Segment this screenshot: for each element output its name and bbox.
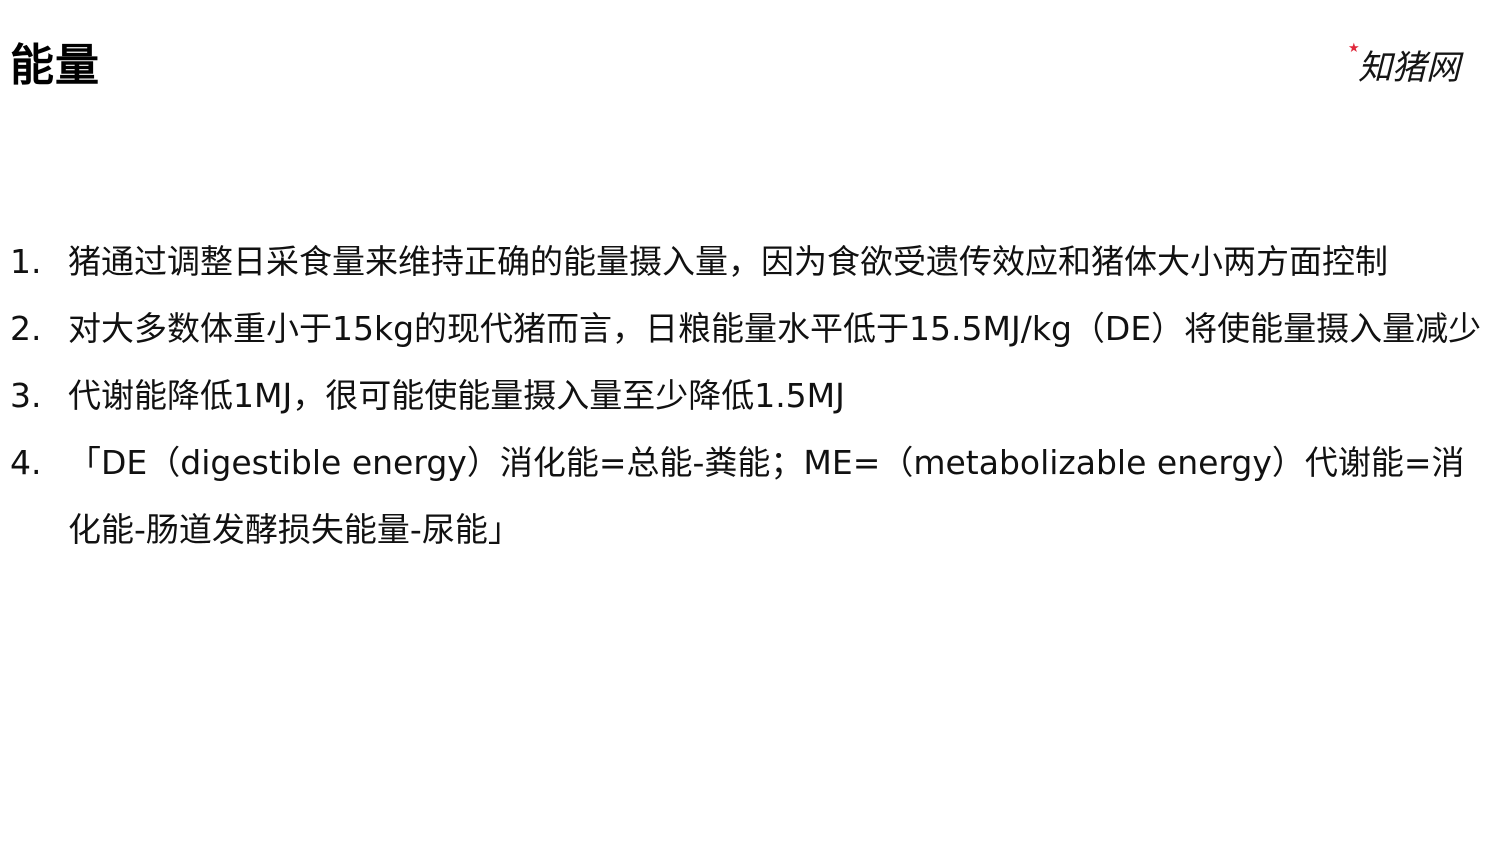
list-item: 4. 「DE（digestible energy）消化能=总能-粪能；ME=（m… [0, 429, 1500, 563]
item-number: 1. [10, 242, 42, 281]
item-text: 对大多数体重小于15kg的现代猪而言，日粮能量水平低于15.5MJ/kg（DE）… [68, 309, 1482, 348]
logo: ★ 知猪网 [1348, 42, 1478, 92]
item-text: 代谢能降低1MJ，很可能使能量摄入量至少降低1.5MJ [68, 376, 845, 415]
slide-title: 能量 [10, 40, 100, 91]
item-text: 猪通过调整日采食量来维持正确的能量摄入量，因为食欲受遗传效应和猪体大小两方面控制 [68, 242, 1388, 281]
item-number: 2. [10, 309, 42, 348]
item-number: 4. [10, 443, 42, 482]
list-item: 3. 代谢能降低1MJ，很可能使能量摄入量至少降低1.5MJ [0, 362, 1500, 429]
item-text: 「DE（digestible energy）消化能=总能-粪能；ME=（meta… [68, 443, 1465, 549]
content-list: 1. 猪通过调整日采食量来维持正确的能量摄入量，因为食欲受遗传效应和猪体大小两方… [0, 228, 1500, 563]
item-number: 3. [10, 376, 42, 415]
list-item: 1. 猪通过调整日采食量来维持正确的能量摄入量，因为食欲受遗传效应和猪体大小两方… [0, 228, 1500, 295]
logo-text: 知猪网 [1358, 48, 1460, 88]
list-item: 2. 对大多数体重小于15kg的现代猪而言，日粮能量水平低于15.5MJ/kg（… [0, 295, 1500, 362]
